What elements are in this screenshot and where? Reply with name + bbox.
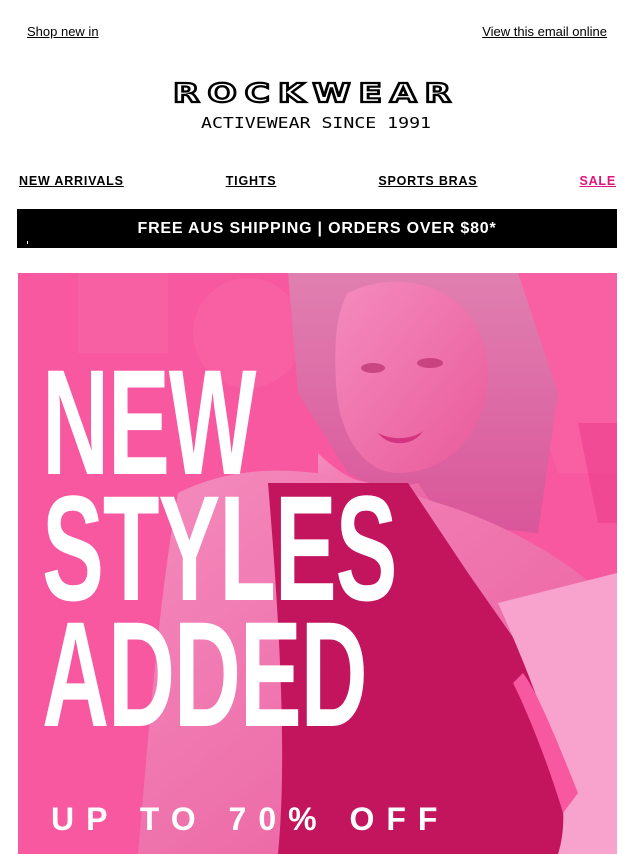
brand-wordmark: ROCKWEAR: [173, 79, 459, 109]
shipping-banner[interactable]: FREE AUS SHIPPING | ORDERS OVER $80*: [17, 209, 617, 248]
hero-title-line: ADDED: [42, 590, 368, 758]
nav-tights[interactable]: TIGHTS: [226, 174, 277, 188]
shipping-banner-text: FREE AUS SHIPPING | ORDERS OVER $80*: [137, 219, 497, 237]
view-email-online-link[interactable]: View this email online: [482, 24, 607, 39]
email-page: Shop new in View this email online ROCKW…: [0, 0, 640, 854]
banner-mark: [27, 241, 28, 244]
brand-logo[interactable]: ROCKWEAR ACTIVEWEAR SINCE 1991: [170, 78, 462, 134]
nav-new-arrivals[interactable]: NEW ARRIVALS: [19, 174, 124, 188]
hero-banner[interactable]: NEW STYLES ADDED UP TO 70% OFF: [18, 273, 617, 854]
hero-subtitle: UP TO 70% OFF: [51, 801, 450, 837]
shop-new-in-link[interactable]: Shop new in: [27, 24, 99, 39]
nav-sale[interactable]: SALE: [579, 174, 616, 188]
hero-title: NEW STYLES ADDED: [42, 347, 398, 758]
top-links-bar: Shop new in View this email online: [27, 22, 607, 40]
main-nav: NEW ARRIVALS TIGHTS SPORTS BRAS SALE: [19, 172, 616, 190]
nav-sports-bras[interactable]: SPORTS BRAS: [378, 174, 477, 188]
brand-tagline: ACTIVEWEAR SINCE 1991: [201, 114, 431, 132]
